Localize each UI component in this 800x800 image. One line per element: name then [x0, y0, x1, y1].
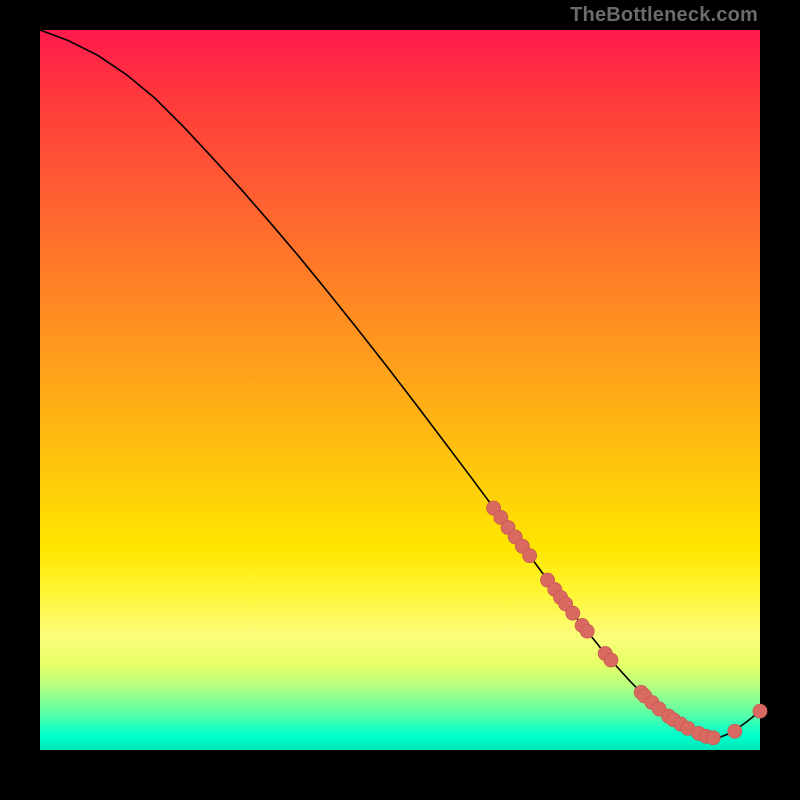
- watermark-text: TheBottleneck.com: [570, 4, 758, 27]
- scatter-markers: [487, 501, 767, 745]
- data-point: [728, 724, 742, 738]
- data-point: [523, 549, 537, 563]
- chart-container: TheBottleneck.com: [0, 0, 800, 800]
- data-point: [604, 653, 618, 667]
- data-point: [566, 606, 580, 620]
- data-point: [753, 704, 767, 718]
- data-curve: [40, 30, 760, 738]
- plot-area: [40, 30, 760, 750]
- data-point: [580, 624, 594, 638]
- chart-svg: [40, 30, 760, 750]
- data-point: [706, 731, 720, 745]
